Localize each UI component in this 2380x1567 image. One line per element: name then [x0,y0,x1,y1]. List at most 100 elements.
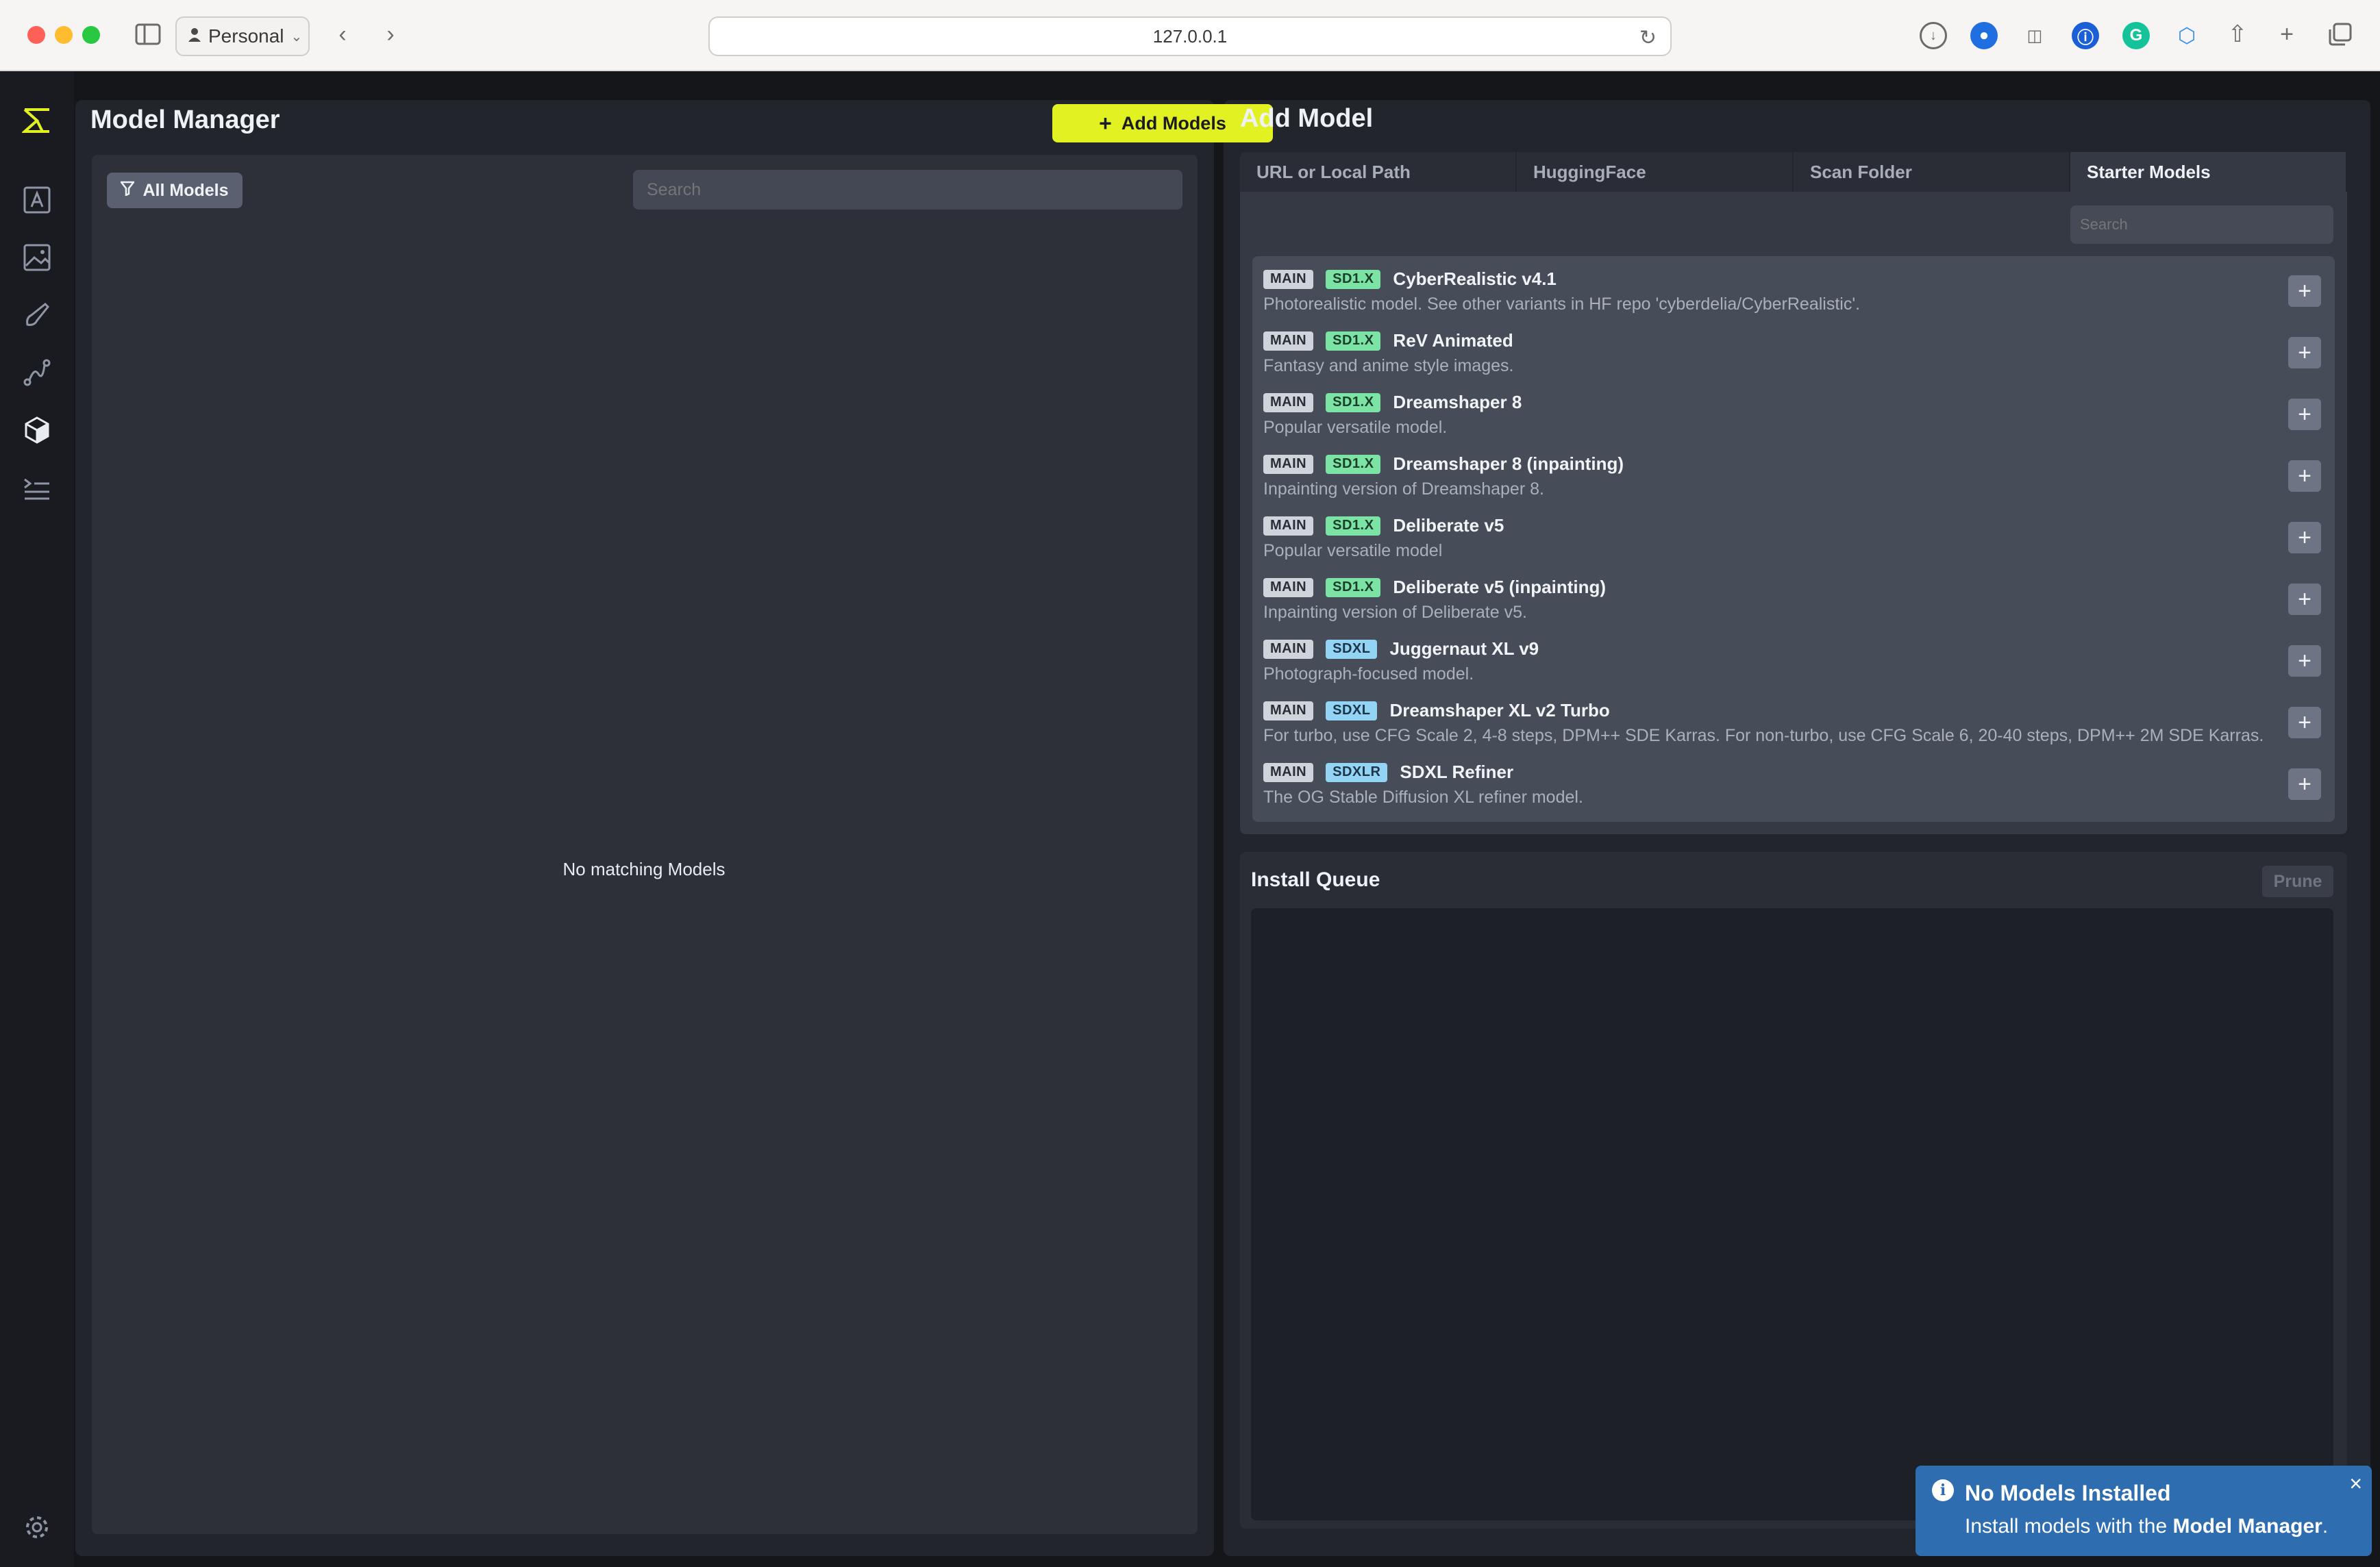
extension-speech-icon[interactable]: ◫ [2021,22,2048,49]
model-name: CyberRealistic v4.1 [1393,268,1557,289]
model-base-badge: SD1.X [1326,269,1381,289]
plus-icon: + [2298,709,2311,736]
toast-message-suffix: . [2322,1515,2329,1538]
extension-cube-icon[interactable]: ⬡ [2173,22,2201,49]
model-name: Dreamshaper 8 [1393,392,1522,412]
list-item: MAIN SD1.X Dreamshaper 8 (inpainting) In… [1252,441,2335,503]
model-base-badge: SD1.X [1326,331,1381,351]
plus-icon: + [2298,647,2311,674]
model-base-badge: SDXLR [1326,762,1388,782]
invoke-logo-icon[interactable] [19,103,55,138]
plus-icon: + [2298,770,2311,797]
model-type-badge: MAIN [1263,762,1314,782]
tab-overview-icon[interactable] [2325,19,2355,49]
model-search-input[interactable] [633,170,1182,210]
tab-huggingface[interactable]: HuggingFace [1517,152,1794,192]
install-model-button[interactable]: + [2288,768,2321,800]
model-name: SDXL Refiner [1400,762,1514,782]
empty-models-message: No matching Models [562,859,726,879]
nav-rail [0,71,74,1567]
plus-icon: + [2298,277,2311,304]
install-model-button[interactable]: + [2288,584,2321,615]
queue-list-icon[interactable] [19,470,55,505]
model-description: Photograph-focused model. [1263,664,1474,684]
prune-button[interactable]: Prune [2262,866,2333,897]
info-icon: i [1932,1479,1954,1501]
install-model-button[interactable]: + [2288,275,2321,307]
toast-message-text: Install models with the [1965,1515,2173,1538]
all-models-filter-button[interactable]: All Models [107,173,243,208]
zoom-window-button[interactable] [82,26,100,44]
close-icon[interactable]: × [2349,1471,2362,1496]
model-description: Fantasy and anime style images. [1263,356,1514,375]
image-to-image-icon[interactable] [19,240,55,275]
model-name: Dreamshaper 8 (inpainting) [1393,453,1624,474]
list-item: MAIN SD1.X ReV Animated Fantasy and anim… [1252,318,2335,379]
minimize-window-button[interactable] [55,26,73,44]
extension-blue-icon[interactable]: ● [1970,22,1998,49]
tab-scan-folder[interactable]: Scan Folder [1794,152,2070,192]
install-model-button[interactable]: + [2288,337,2321,368]
install-queue-panel: Install Queue Prune [1240,852,2347,1529]
close-window-button[interactable] [27,26,45,44]
model-description: Inpainting version of Deliberate v5. [1263,603,1527,622]
model-type-badge: MAIN [1263,577,1314,597]
list-item: MAIN SD1.X Deliberate v5 (inpainting) In… [1252,564,2335,626]
list-item: MAIN SDXLR SDXL Refiner The OG Stable Di… [1252,749,2335,811]
password-manager-icon[interactable]: ⓘ [2072,22,2099,49]
profile-name: Personal [208,25,284,47]
model-type-badge: MAIN [1263,331,1314,351]
plus-icon: + [1099,110,1112,136]
tab-url-or-local-path[interactable]: URL or Local Path [1240,152,1517,192]
address-bar[interactable]: 127.0.0.1 ↻ [708,16,1672,56]
filter-icon [119,181,136,201]
model-name: ReV Animated [1393,330,1513,351]
list-item: MAIN SDXL Dreamshaper XL v2 Turbo For tu… [1252,688,2335,749]
model-name: Deliberate v5 [1393,515,1504,536]
toast-message: Install models with the Model Manager. [1965,1515,2328,1538]
all-models-label: All Models [142,180,229,200]
settings-gear-icon[interactable] [19,1509,55,1545]
install-queue-title: Install Queue [1251,868,1380,891]
install-model-button[interactable]: + [2288,707,2321,738]
tab-starter-models[interactable]: Starter Models [2070,152,2347,192]
model-type-badge: MAIN [1263,392,1314,412]
model-base-badge: SDXL [1326,639,1378,659]
plus-icon: + [2298,401,2311,427]
model-base-badge: SD1.X [1326,516,1381,536]
share-icon[interactable]: ⇧ [2222,19,2253,49]
model-description: Photorealistic model. See other variants… [1263,294,1861,314]
list-item: MAIN SD1.X Deliberate v5 Popular versati… [1252,503,2335,564]
add-model-title: Add Model [1240,104,1374,133]
toast-model-manager-link[interactable]: Model Manager [2172,1515,2322,1538]
forward-icon[interactable]: › [375,19,406,49]
url-text: 127.0.0.1 [1152,25,1228,47]
models-cube-icon[interactable] [19,412,55,448]
model-type-badge: MAIN [1263,516,1314,536]
plus-icon: + [2298,462,2311,489]
install-model-button[interactable]: + [2288,645,2321,677]
model-type-badge: MAIN [1263,269,1314,289]
install-model-button[interactable]: + [2288,460,2321,492]
grammarly-icon[interactable]: G [2122,22,2150,49]
profile-selector[interactable]: Personal ⌄ [175,16,310,56]
browser-toolbar: Personal ⌄ ‹ › 127.0.0.1 ↻ ↓ ● ◫ ⓘ G ⬡ ⇧… [0,0,2380,71]
workflows-icon[interactable] [19,355,55,390]
reload-icon[interactable]: ↻ [1639,26,1657,50]
model-description: For turbo, use CFG Scale 2, 4-8 steps, D… [1263,726,2264,745]
starter-models-search-input[interactable] [2070,205,2333,244]
new-tab-icon[interactable]: + [2272,19,2302,49]
text-to-image-icon[interactable] [19,182,55,218]
no-models-toast: i No Models Installed Install models wit… [1916,1466,2372,1556]
plus-icon: + [2298,586,2311,612]
back-icon[interactable]: ‹ [327,19,358,49]
install-model-button[interactable]: + [2288,399,2321,430]
model-base-badge: SD1.X [1326,577,1381,597]
canvas-brush-icon[interactable] [19,297,55,333]
install-model-button[interactable]: + [2288,522,2321,553]
downloads-icon[interactable]: ↓ [1920,22,1947,49]
model-list-container [92,155,1198,1534]
plus-icon: + [2298,524,2311,551]
model-name: Dreamshaper XL v2 Turbo [1389,700,1610,720]
sidebar-toggle-icon[interactable] [133,19,163,49]
